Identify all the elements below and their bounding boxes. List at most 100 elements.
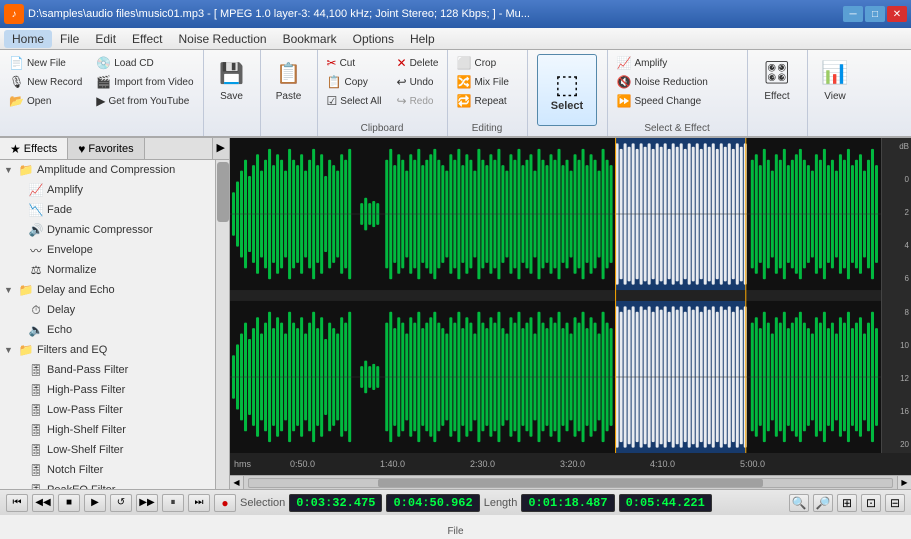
tree-item-amplitude-compression[interactable]: ▼ 📁 Amplitude and Compression <box>0 160 215 180</box>
scrollbar-track[interactable] <box>248 478 893 488</box>
noise-reduction-button[interactable]: 🔇 Noise Reduction <box>612 73 743 91</box>
new-record-button[interactable]: 🎙 New Record <box>4 73 87 91</box>
db-label-20b: 20 <box>884 440 909 449</box>
close-button[interactable]: ✕ <box>887 6 907 22</box>
tree-item-lowshelf[interactable]: 🎚 Low-Shelf Filter <box>0 440 215 460</box>
amplify-tree-icon: 📈 <box>28 182 44 198</box>
end-button[interactable]: ⏭ <box>188 494 210 512</box>
noise-reduction-icon: 🔇 <box>617 75 632 89</box>
load-cd-icon: 💿 <box>96 56 111 70</box>
tree-item-filters-eq[interactable]: ▼ 📁 Filters and EQ <box>0 340 215 360</box>
tree-item-peakeq[interactable]: 🎚 PeakEQ Filter <box>0 480 215 489</box>
tree-item-bandpass[interactable]: 🎚 Band-Pass Filter <box>0 360 215 380</box>
waveform-svg <box>230 138 881 453</box>
delete-button[interactable]: ✕ Delete <box>392 54 444 72</box>
mix-file-icon: 🔀 <box>457 75 472 89</box>
loop-button[interactable]: ↺ <box>110 494 132 512</box>
panel-collapse-button[interactable]: ▶ <box>212 138 229 159</box>
new-file-icon: 📄 <box>9 56 24 70</box>
mix-file-button[interactable]: 🔀 Mix File <box>452 73 523 91</box>
record-button[interactable]: ● <box>214 494 236 512</box>
tree-item-highshelf[interactable]: 🎚 High-Shelf Filter <box>0 420 215 440</box>
menu-help[interactable]: Help <box>402 30 443 48</box>
undo-button[interactable]: ↩ Undo <box>392 73 444 91</box>
maximize-button[interactable]: □ <box>865 6 885 22</box>
select-button[interactable]: ⬚ Select <box>537 54 597 126</box>
tree-item-delay[interactable]: ⏱ Delay <box>0 300 215 320</box>
minimize-button[interactable]: ─ <box>843 6 863 22</box>
ribbon-group-paste: 📋 Paste <box>261 50 318 136</box>
zoom-in-button[interactable]: 🔍 <box>789 494 809 512</box>
timeline-hms: hms <box>234 459 251 469</box>
effect-icon: 🎛 <box>761 57 793 89</box>
scroll-left-button[interactable]: ◀ <box>230 476 244 490</box>
effects-tab[interactable]: ★ Effects <box>0 138 68 159</box>
tree-item-dynamic-compressor[interactable]: 🔊 Dynamic Compressor <box>0 220 215 240</box>
waveform-display[interactable]: dB 0 2 4 6 8 10 12 16 20 <box>230 138 911 453</box>
amplify-button[interactable]: 📈 Amplify <box>612 54 743 72</box>
crop-button[interactable]: ⬜ Crop <box>452 54 523 72</box>
new-file-button[interactable]: 📄 New File <box>4 54 87 72</box>
speed-change-button[interactable]: ⏩ Speed Change <box>612 92 743 110</box>
tree-item-lowpass[interactable]: 🎚 Low-Pass Filter <box>0 400 215 420</box>
zoom-out-button[interactable]: 🔎 <box>813 494 833 512</box>
tree-item-envelope[interactable]: 〰 Envelope <box>0 240 215 260</box>
menu-file[interactable]: File <box>52 30 87 48</box>
tree-item-fade[interactable]: 📉 Fade <box>0 200 215 220</box>
menu-noise-reduction[interactable]: Noise Reduction <box>171 30 275 48</box>
amplify-icon: 📈 <box>617 56 632 70</box>
lowpass-icon: 🎚 <box>28 402 44 418</box>
tree-item-notch[interactable]: 🎚 Notch Filter <box>0 460 215 480</box>
menu-options[interactable]: Options <box>345 30 402 48</box>
menu-home[interactable]: Home <box>4 30 52 48</box>
tree-item-amplify[interactable]: 📈 Amplify <box>0 180 215 200</box>
back-button[interactable]: ◀◀ <box>32 494 54 512</box>
app-icon: ♪ <box>4 4 24 24</box>
timeline-tick-4: 3:20.0 <box>560 459 585 469</box>
waveform-scrollbar[interactable]: ◀ ▶ <box>230 475 911 489</box>
tree-scrollbar[interactable] <box>215 160 229 489</box>
panel-tabs: ★ Effects ♥ Favorites ▶ <box>0 138 229 160</box>
save-icon: 💾 <box>216 57 248 89</box>
menu-edit[interactable]: Edit <box>87 30 124 48</box>
copy-icon: 📋 <box>327 75 342 89</box>
clipboard-group-label: Clipboard <box>322 121 443 134</box>
import-video-icon: 🎬 <box>96 75 111 89</box>
menu-effect[interactable]: Effect <box>124 30 170 48</box>
tree-item-echo[interactable]: 🔈 Echo <box>0 320 215 340</box>
save-button[interactable]: 💾 Save <box>210 54 254 105</box>
play-button[interactable]: ▶ <box>84 494 106 512</box>
stop-button[interactable]: ■ <box>58 494 80 512</box>
import-video-button[interactable]: 🎬 Import from Video <box>91 73 198 91</box>
select-all-icon: ☑ <box>327 94 338 108</box>
envelope-icon: 〰 <box>28 242 44 258</box>
get-youtube-button[interactable]: ▶ Get from YouTube <box>91 92 198 110</box>
zoom-selection-button[interactable]: ⊡ <box>861 494 881 512</box>
repeat-button[interactable]: 🔁 Repeat <box>452 92 523 110</box>
selection-label: Selection <box>240 497 285 509</box>
folder-delay-icon: 📁 <box>18 282 34 298</box>
effect-button[interactable]: 🎛 Effect <box>755 54 799 105</box>
menu-bookmark[interactable]: Bookmark <box>275 30 345 48</box>
favorites-tab[interactable]: ♥ Favorites <box>68 138 144 159</box>
title-bar: ♪ D:\samples\audio files\music01.mp3 - [… <box>0 0 911 28</box>
view-button[interactable]: 📊 View <box>813 54 857 105</box>
load-cd-button[interactable]: 💿 Load CD <box>91 54 198 72</box>
rewind-button[interactable]: ⏮ <box>6 494 28 512</box>
open-icon: 📂 <box>9 94 24 108</box>
scrollbar-thumb[interactable] <box>378 479 764 487</box>
open-button[interactable]: 📂 Open <box>4 92 87 110</box>
pause-button[interactable]: ⏸ <box>162 494 184 512</box>
scroll-right-button[interactable]: ▶ <box>897 476 911 490</box>
tree-item-normalize[interactable]: ⚖ Normalize <box>0 260 215 280</box>
zoom-reset-button[interactable]: ⊟ <box>885 494 905 512</box>
timeline-tick-2: 1:40.0 <box>380 459 405 469</box>
menu-bar: Home File Edit Effect Noise Reduction Bo… <box>0 28 911 50</box>
forward-button[interactable]: ▶▶ <box>136 494 158 512</box>
zoom-fit-button[interactable]: ⊞ <box>837 494 857 512</box>
paste-button[interactable]: 📋 Paste <box>267 54 311 105</box>
redo-button[interactable]: ↪ Redo <box>392 92 444 110</box>
tree-item-delay-echo[interactable]: ▼ 📁 Delay and Echo <box>0 280 215 300</box>
tree-item-highpass[interactable]: 🎚 High-Pass Filter <box>0 380 215 400</box>
status-bar: ⏮ ◀◀ ■ ▶ ↺ ▶▶ ⏸ ⏭ ● Selection 0:03:32.47… <box>0 489 911 515</box>
